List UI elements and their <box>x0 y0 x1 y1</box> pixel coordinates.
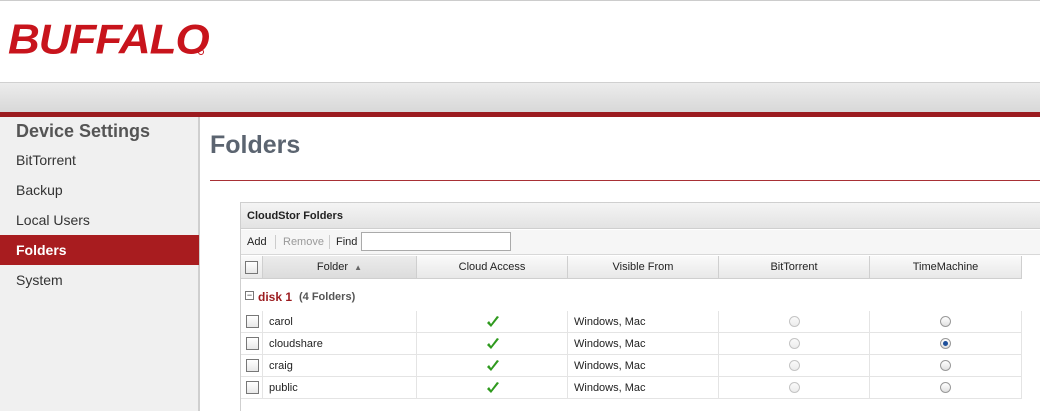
timemachine-cell <box>870 333 1022 355</box>
sidebar-item-bittorrent[interactable]: BitTorrent <box>0 145 199 175</box>
add-button[interactable]: Add <box>247 236 267 248</box>
bittorrent-cell <box>719 311 870 333</box>
find-label: Find <box>336 236 358 248</box>
collapse-icon[interactable]: − <box>245 291 254 300</box>
timemachine-radio[interactable] <box>940 360 951 371</box>
table-row[interactable]: craig Windows, Mac <box>241 355 1022 377</box>
select-all-header <box>241 256 263 279</box>
bittorrent-cell <box>719 355 870 377</box>
toolbar-separator <box>329 235 330 249</box>
row-select-cell <box>241 333 263 355</box>
folders-grid: CloudStor Folders Add Remove Find Folder… <box>240 202 1040 411</box>
visible-from: Windows, Mac <box>568 333 719 355</box>
group-row-disk-1: − disk 1 (4 Folders) <box>241 285 1040 309</box>
sidebar-title: Device Settings <box>16 121 151 141</box>
folder-name: cloudshare <box>263 333 417 355</box>
header: BUFFALO <box>0 0 1040 82</box>
bittorrent-radio[interactable] <box>789 316 800 327</box>
table-row[interactable]: carol Windows, Mac <box>241 311 1022 333</box>
buffalo-logo: BUFFALO <box>8 16 210 63</box>
row-checkbox[interactable] <box>246 337 259 350</box>
visible-from: Windows, Mac <box>568 377 719 399</box>
cloud-access-cell <box>417 333 568 355</box>
folder-name: craig <box>263 355 417 377</box>
page-title: Folders <box>210 131 301 159</box>
column-header-timemachine[interactable]: TimeMachine <box>870 256 1022 279</box>
sidebar: Device Settings BitTorrent Backup Local … <box>0 117 199 411</box>
find-input[interactable] <box>361 232 511 251</box>
check-icon <box>487 316 499 327</box>
bittorrent-cell <box>719 377 870 399</box>
timemachine-radio[interactable] <box>940 382 951 393</box>
check-icon <box>487 338 499 349</box>
row-select-cell <box>241 377 263 399</box>
bittorrent-radio[interactable] <box>789 338 800 349</box>
folder-name: public <box>263 377 417 399</box>
header-bar <box>0 82 1040 112</box>
sidebar-divider <box>199 117 200 411</box>
visible-from: Windows, Mac <box>568 355 719 377</box>
table-row[interactable]: cloudshare Windows, Mac <box>241 333 1022 355</box>
timemachine-radio[interactable] <box>940 338 951 349</box>
row-checkbox[interactable] <box>246 381 259 394</box>
title-rule <box>210 180 1040 181</box>
timemachine-cell <box>870 311 1022 333</box>
toolbar-separator <box>275 235 276 249</box>
timemachine-cell <box>870 355 1022 377</box>
bittorrent-radio[interactable] <box>789 382 800 393</box>
cloud-access-cell <box>417 377 568 399</box>
select-all-checkbox[interactable] <box>245 261 258 274</box>
group-name: disk 1 <box>258 290 293 304</box>
folder-name: carol <box>263 311 417 333</box>
row-checkbox[interactable] <box>246 359 259 372</box>
row-select-cell <box>241 311 263 333</box>
visible-from: Windows, Mac <box>568 311 719 333</box>
registered-mark-icon <box>198 49 204 55</box>
bittorrent-radio[interactable] <box>789 360 800 371</box>
column-header-folder[interactable]: Folder ▲ <box>263 256 417 279</box>
sidebar-item-folders[interactable]: Folders <box>0 235 199 265</box>
check-icon <box>487 382 499 393</box>
table-row[interactable]: public Windows, Mac <box>241 377 1022 399</box>
timemachine-radio[interactable] <box>940 316 951 327</box>
cloud-access-cell <box>417 355 568 377</box>
check-icon <box>487 360 499 371</box>
cloud-access-cell <box>417 311 568 333</box>
remove-button[interactable]: Remove <box>283 236 324 248</box>
grid-toolbar: Add Remove Find <box>241 230 1040 255</box>
sidebar-item-system[interactable]: System <box>0 265 199 295</box>
row-select-cell <box>241 355 263 377</box>
bittorrent-cell <box>719 333 870 355</box>
grid-caption: CloudStor Folders <box>241 203 1040 229</box>
column-header-cloud-access[interactable]: Cloud Access <box>417 256 568 279</box>
row-checkbox[interactable] <box>246 315 259 328</box>
timemachine-cell <box>870 377 1022 399</box>
sidebar-item-local-users[interactable]: Local Users <box>0 205 199 235</box>
column-header-bittorrent[interactable]: BitTorrent <box>719 256 870 279</box>
sidebar-item-backup[interactable]: Backup <box>0 175 199 205</box>
group-count: (4 Folders) <box>299 291 356 303</box>
column-header-folder-label: Folder <box>316 261 349 273</box>
sort-ascending-icon: ▲ <box>354 263 363 272</box>
column-header-visible-from[interactable]: Visible From <box>568 256 719 279</box>
